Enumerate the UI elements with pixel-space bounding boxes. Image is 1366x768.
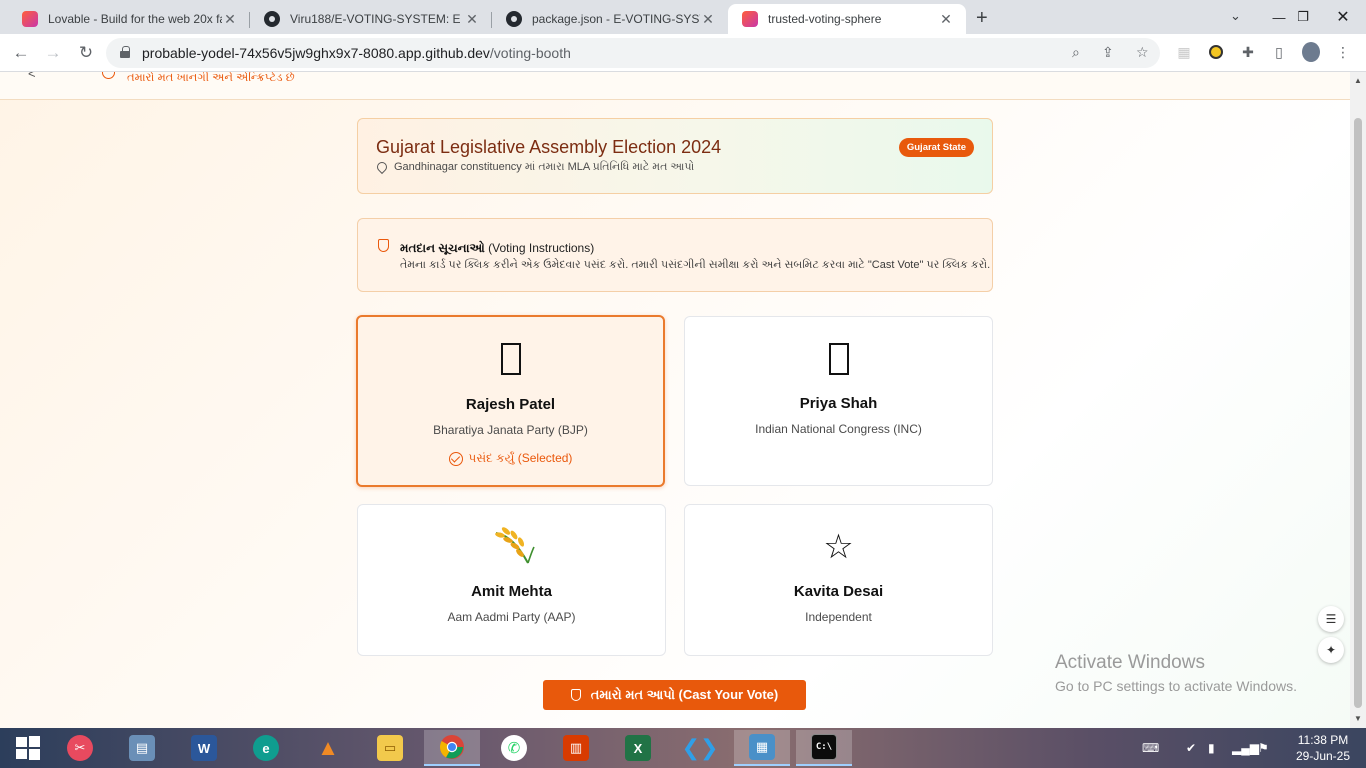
share-icon[interactable]: ⇪ xyxy=(1102,44,1114,61)
profile-avatar-icon[interactable] xyxy=(1302,42,1320,62)
browser-tab-lovable[interactable]: Lovable - Build for the web 20x fa ✕ xyxy=(8,4,250,34)
candidate-party: Indian National Congress (INC) xyxy=(755,422,922,436)
browser-tabstrip: Lovable - Build for the web 20x fa ✕ Vir… xyxy=(0,0,1366,34)
browser-tab-github-repo[interactable]: Viru188/E-VOTING-SYSTEM: E VO ✕ xyxy=(250,4,492,34)
whatsapp-icon[interactable]: ✆ xyxy=(486,730,542,766)
snipping-tool-icon[interactable]: ✂ xyxy=(52,730,108,766)
excel-icon[interactable]: X xyxy=(610,730,666,766)
tab-title: Lovable - Build for the web 20x fa xyxy=(48,12,222,26)
extension-face-icon[interactable] xyxy=(1207,43,1225,61)
lovable-heart-icon xyxy=(22,11,38,27)
candidate-name: Priya Shah xyxy=(799,395,878,412)
scrollbar-thumb[interactable] xyxy=(1354,118,1362,708)
windows-taskbar: ✂ ▤ W e ▲ ▭ ✆ ▥ X ❮❯ ▦ C:\ ⌨ ✔ ▮ ▂▄▆ ⚑ 1… xyxy=(0,728,1366,768)
election-title: Gujarat Legislative Assembly Election 20… xyxy=(376,137,722,157)
browser-tab-voting-sphere[interactable]: trusted-voting-sphere ✕ xyxy=(728,4,966,34)
vlc-icon[interactable]: ▲ xyxy=(300,730,356,766)
url-text: probable-yodel-74x56v5jw9ghx9x7-8080.app… xyxy=(142,45,571,61)
window-close-button[interactable]: ✕ xyxy=(1320,0,1366,34)
word-icon[interactable]: W xyxy=(176,730,232,766)
lock-icon[interactable] xyxy=(120,46,130,58)
address-bar[interactable]: probable-yodel-74x56v5jw9ghx9x7-8080.app… xyxy=(106,38,1160,68)
control-panel-icon[interactable]: ▦ xyxy=(734,730,790,766)
zoom-icon[interactable]: ⌕ xyxy=(1072,44,1080,61)
task-manager-icon[interactable]: ▤ xyxy=(114,730,170,766)
wheat-icon xyxy=(358,527,665,567)
candidate-party: Independent xyxy=(805,610,872,624)
shield-icon xyxy=(570,689,581,701)
candidate-card-priya-shah[interactable]: Priya Shah Indian National Congress (INC… xyxy=(684,316,993,486)
battery-icon[interactable]: ▮ xyxy=(1208,728,1215,768)
edge-icon[interactable]: e xyxy=(238,730,294,766)
sparkle-icon[interactable]: ✦ xyxy=(1318,637,1344,663)
election-banner: Gujarat Legislative Assembly Election 20… xyxy=(357,118,993,194)
browser-tab-package-json[interactable]: package.json - E-VOTING-SYSTEM ✕ xyxy=(492,4,728,34)
office-lens-icon[interactable]: ▥ xyxy=(548,730,604,766)
bookmark-star-icon[interactable]: ☆ xyxy=(1136,44,1149,61)
shield-icon xyxy=(102,72,115,79)
election-subtitle: Gandhinagar constituency માં તમારા MLA પ… xyxy=(394,161,695,173)
browser-toolbar: ← → ↻ probable-yodel-74x56v5jw9ghx9x7-80… xyxy=(0,34,1366,72)
close-icon[interactable]: ✕ xyxy=(700,11,716,27)
new-tab-button[interactable]: + xyxy=(976,7,988,30)
vscode-icon[interactable]: ❮❯ xyxy=(672,730,728,766)
tab-title: trusted-voting-sphere xyxy=(768,12,882,26)
captions-icon[interactable]: ☰ xyxy=(1318,606,1344,632)
extension-icon[interactable]: ▦ xyxy=(1175,43,1193,61)
back-link[interactable]: < xyxy=(28,72,36,81)
shield-icon xyxy=(378,239,389,252)
network-check-icon[interactable]: ✔ xyxy=(1186,728,1196,768)
puzzle-extensions-icon[interactable]: ✚ xyxy=(1239,43,1257,61)
missing-glyph-icon xyxy=(358,339,663,379)
check-circle-icon xyxy=(448,451,463,466)
scroll-down-arrow-icon[interactable]: ▼ xyxy=(1354,714,1362,723)
missing-glyph-icon xyxy=(685,339,992,379)
selected-indicator: પસંદ કર્યું (Selected) xyxy=(358,451,663,466)
close-icon[interactable]: ✕ xyxy=(938,11,954,27)
candidate-name: Kavita Desai xyxy=(793,583,884,600)
page-header: < તમારો મત ખાનગી અને એન્ક્રિપ્ટેડ છે xyxy=(0,72,1350,100)
chevron-down-icon[interactable]: ⌄ xyxy=(1230,8,1241,24)
reload-icon[interactable]: ↻ xyxy=(75,42,97,64)
candidate-card-rajesh-patel[interactable]: Rajesh Patel Bharatiya Janata Party (BJP… xyxy=(356,315,665,487)
candidate-card-amit-mehta[interactable]: Amit Mehta Aam Aadmi Party (AAP) xyxy=(357,504,666,656)
candidate-party: Bharatiya Janata Party (BJP) xyxy=(433,423,588,437)
back-arrow-icon[interactable]: ← xyxy=(10,42,32,64)
side-panel-icon[interactable]: ▯ xyxy=(1270,43,1288,61)
state-badge: Gujarat State xyxy=(898,138,974,157)
flag-icon[interactable]: ⚑ xyxy=(1258,728,1269,768)
command-prompt-icon[interactable]: C:\ xyxy=(796,730,852,766)
taskbar-clock[interactable]: 11:38 PM 29-Jun-25 xyxy=(1288,732,1358,764)
voting-instructions: મતદાન સૂચનાઓ (Voting Instructions) તેમના… xyxy=(357,218,993,292)
tab-title: package.json - E-VOTING-SYSTEM xyxy=(532,12,700,26)
github-icon xyxy=(506,11,522,27)
menu-kebab-icon[interactable]: ⋮ xyxy=(1334,43,1352,61)
windows-start-icon[interactable] xyxy=(0,730,56,766)
wifi-signal-icon[interactable]: ▂▄▆ xyxy=(1232,728,1259,768)
close-icon[interactable]: ✕ xyxy=(222,11,238,27)
candidate-name: Rajesh Patel xyxy=(465,396,556,413)
instructions-body: તેમના કાર્ડ પર ક્લિક કરીને એક ઉમેદવાર પસ… xyxy=(400,259,991,271)
privacy-notice: તમારો મત ખાનગી અને એન્ક્રિપ્ટેડ છે xyxy=(127,72,295,84)
page-scrollbar[interactable]: ▲ ▼ xyxy=(1350,72,1366,728)
close-icon[interactable]: ✕ xyxy=(464,11,480,27)
chrome-icon[interactable] xyxy=(424,730,480,766)
location-pin-icon xyxy=(374,159,390,175)
keyboard-icon[interactable]: ⌨ xyxy=(1142,728,1159,768)
forward-arrow-icon[interactable]: → xyxy=(42,42,64,64)
file-explorer-icon[interactable]: ▭ xyxy=(362,730,418,766)
candidate-party: Aam Aadmi Party (AAP) xyxy=(447,610,576,624)
lovable-heart-icon xyxy=(742,11,758,27)
candidate-card-kavita-desai[interactable]: ☆ Kavita Desai Independent xyxy=(684,504,993,656)
tab-title: Viru188/E-VOTING-SYSTEM: E VO xyxy=(290,12,464,26)
activate-windows-watermark: Activate Windows Go to PC settings to ac… xyxy=(1055,652,1297,694)
scroll-up-arrow-icon[interactable]: ▲ xyxy=(1354,76,1362,85)
instructions-title: મતદાન સૂચનાઓ (Voting Instructions) xyxy=(400,241,595,255)
star-icon: ☆ xyxy=(823,528,854,566)
candidate-name: Amit Mehta xyxy=(471,583,552,600)
github-icon xyxy=(264,11,280,27)
voting-booth-page: < તમારો મત ખાનગી અને એન્ક્રિપ્ટેડ છે Guj… xyxy=(0,72,1350,728)
cast-vote-button[interactable]: તમારો મત આપો (Cast Your Vote) xyxy=(543,680,806,710)
